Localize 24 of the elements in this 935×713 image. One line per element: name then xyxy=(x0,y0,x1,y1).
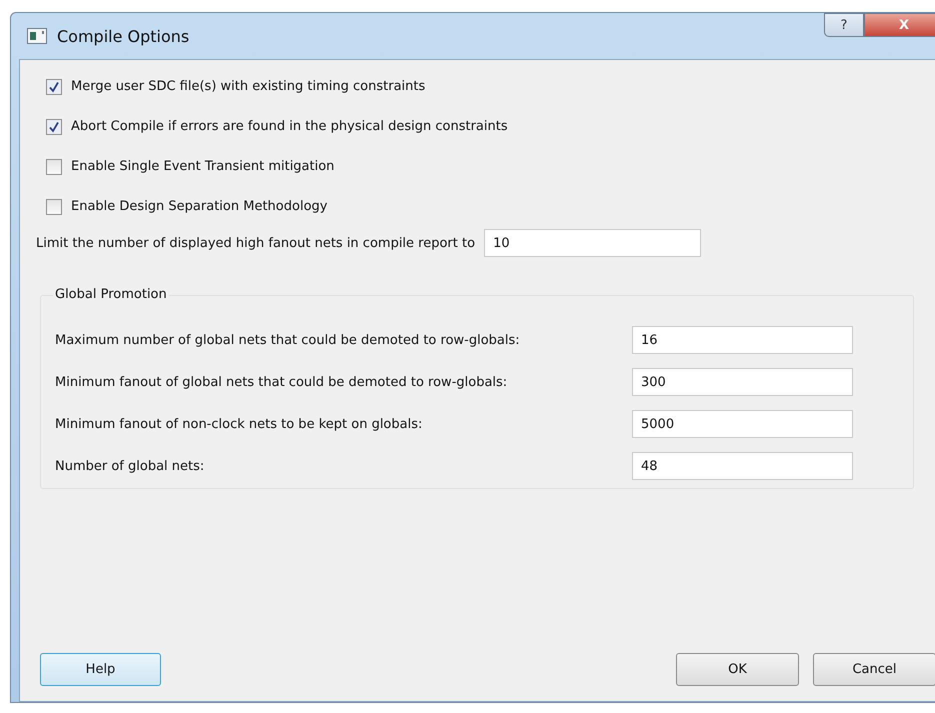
ok-button[interactable]: OK xyxy=(676,653,799,686)
field-label: Number of global nets: xyxy=(55,458,206,474)
checkbox[interactable] xyxy=(46,158,62,174)
limit-input-field[interactable]: 10 xyxy=(484,229,702,257)
input-field[interactable]: 16 xyxy=(632,326,853,354)
window-title: Compile Options xyxy=(57,26,190,46)
input-field[interactable]: 5000 xyxy=(632,410,853,438)
cancel-button[interactable]: Cancel xyxy=(813,653,935,686)
field-label: Minimum fanout of non-clock nets to be kept on globals: xyxy=(55,416,424,432)
input-field[interactable]: 300 xyxy=(632,368,853,396)
field-label: Maximum number of global nets that could be demoted to row-globals: xyxy=(55,332,521,348)
checkbox-label: Merge user SDC file(s) with existing timing constraints xyxy=(71,79,426,94)
checkbox-label: Enable Design Separation Methodology xyxy=(71,199,328,214)
checkbox[interactable] xyxy=(46,78,62,94)
limit-label: Limit the number of displayed high fanout nets in compile report to xyxy=(36,236,476,250)
help-button[interactable]: Help xyxy=(40,653,161,686)
checkbox-label: Abort Compile if errors are found in the physical design constraints xyxy=(71,119,508,134)
help-title-button[interactable]: ? xyxy=(824,13,864,37)
checkbox-label: Enable Single Event Transient mitigation xyxy=(71,159,334,174)
checkbox[interactable] xyxy=(46,198,62,214)
input-field[interactable]: 48 xyxy=(632,452,853,480)
field-label: Minimum fanout of global nets that could be demoted to row-globals: xyxy=(55,374,508,390)
window-icon xyxy=(27,28,47,44)
checkbox[interactable] xyxy=(46,118,62,134)
